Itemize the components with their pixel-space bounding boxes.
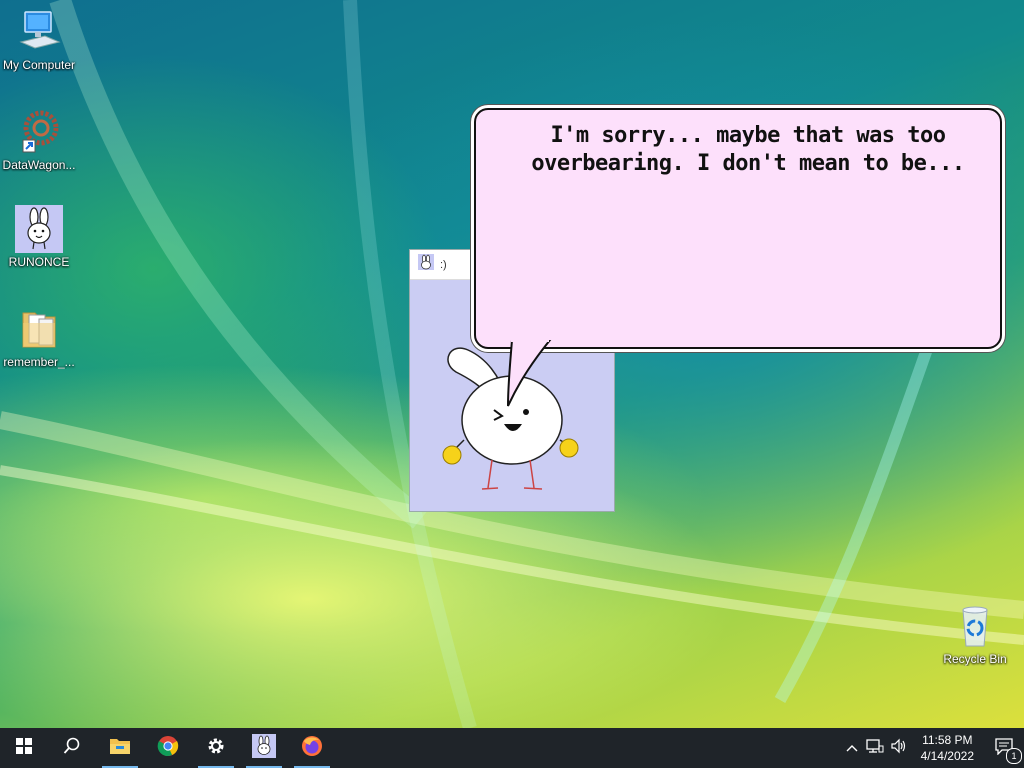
folder-icon bbox=[15, 305, 63, 353]
search-icon bbox=[63, 737, 81, 760]
desktop-icon-label: RUNONCE bbox=[8, 255, 70, 269]
taskbar-chrome[interactable] bbox=[144, 728, 192, 768]
chrome-icon bbox=[157, 735, 179, 762]
start-button[interactable] bbox=[0, 728, 48, 768]
clock-date: 4/14/2022 bbox=[920, 749, 974, 763]
taskbar-firefox[interactable] bbox=[288, 728, 336, 768]
speech-line-2: overbearing. I don't mean to be... bbox=[531, 151, 965, 176]
desktop-icon-label: Recycle Bin bbox=[943, 652, 1007, 666]
system-tray: 11:58 PM 4/14/2022 1 bbox=[841, 728, 1024, 768]
speech-text: I'm sorry... maybe that was too overbear… bbox=[516, 122, 980, 178]
taskbar-clock[interactable]: 11:58 PM 4/14/2022 bbox=[911, 728, 984, 768]
notification-count-badge: 1 bbox=[1006, 748, 1022, 764]
search-button[interactable] bbox=[48, 728, 96, 768]
desktop-icon-my-computer[interactable]: My Computer bbox=[0, 8, 78, 72]
recycle-bin-icon bbox=[951, 602, 999, 650]
chevron-up-icon bbox=[846, 739, 858, 757]
speaker-icon bbox=[890, 738, 908, 759]
network-icon bbox=[865, 738, 884, 759]
bunny-icon bbox=[15, 205, 63, 253]
desktop-icon-runonce[interactable]: RUNONCE bbox=[0, 205, 78, 269]
desktop-icon-label: remember_... bbox=[3, 355, 75, 369]
taskbar-settings[interactable] bbox=[192, 728, 240, 768]
desktop-icon-datawagon[interactable]: DataWagon... bbox=[0, 108, 78, 172]
taskbar-bunny-app[interactable] bbox=[240, 728, 288, 768]
notification-center-button[interactable]: 1 bbox=[984, 728, 1024, 768]
bunny-app-icon bbox=[252, 733, 276, 763]
speech-line-1: I'm sorry... maybe that was too bbox=[550, 123, 946, 148]
bunny-window-icon bbox=[418, 254, 434, 275]
taskbar-file-explorer[interactable] bbox=[96, 728, 144, 768]
computer-icon bbox=[15, 8, 63, 56]
firefox-icon bbox=[301, 735, 323, 762]
file-explorer-icon bbox=[109, 736, 131, 761]
windows-start-icon bbox=[16, 737, 32, 759]
speech-bubble: I'm sorry... maybe that was too overbear… bbox=[474, 108, 1002, 349]
taskbar: 11:58 PM 4/14/2022 1 bbox=[0, 728, 1024, 768]
datawagon-icon bbox=[15, 108, 63, 156]
speech-bubble-tail bbox=[507, 340, 552, 407]
desktop-icon-remember[interactable]: remember_... bbox=[0, 305, 78, 369]
desktop-icon-label: DataWagon... bbox=[2, 158, 76, 172]
settings-gear-icon bbox=[206, 736, 226, 761]
bunny-window-title: :) bbox=[440, 258, 447, 271]
tray-overflow-button[interactable] bbox=[841, 728, 863, 768]
desktop-icon-label: My Computer bbox=[2, 58, 76, 72]
clock-time: 11:58 PM bbox=[922, 733, 973, 747]
desktop-icon-recycle-bin[interactable]: Recycle Bin bbox=[936, 602, 1014, 666]
tray-volume-button[interactable] bbox=[887, 728, 911, 768]
tray-network-button[interactable] bbox=[863, 728, 887, 768]
